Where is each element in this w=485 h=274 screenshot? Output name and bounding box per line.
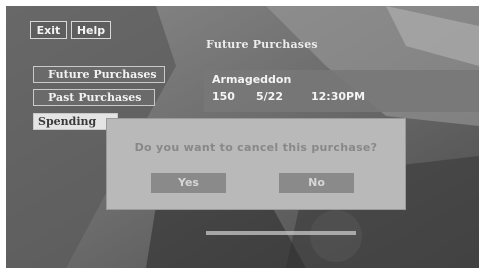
purchase-channel: 150 <box>212 90 235 103</box>
purchase-title: Armageddon <box>212 73 292 86</box>
screen-title: Future Purchases <box>206 38 318 51</box>
menu-item-past-purchases[interactable]: Past Purchases <box>33 89 155 106</box>
purchase-time: 12:30PM <box>311 90 366 103</box>
menu-item-future-purchases[interactable]: Future Purchases <box>33 66 165 83</box>
cancel-purchase-dialog: Do you want to cancel this purchase? Yes… <box>106 118 406 210</box>
purchase-date: 5/22 <box>256 90 283 103</box>
exit-button[interactable]: Exit <box>30 21 67 39</box>
help-button[interactable]: Help <box>71 21 111 39</box>
purchase-row[interactable]: Armageddon 150 5/22 12:30PM <box>204 70 479 112</box>
no-button[interactable]: No <box>279 173 354 193</box>
dialog-message: Do you want to cancel this purchase? <box>134 141 378 154</box>
tv-screen: Exit Help Future Purchases Future Purcha… <box>6 6 479 268</box>
yes-button[interactable]: Yes <box>151 173 226 193</box>
